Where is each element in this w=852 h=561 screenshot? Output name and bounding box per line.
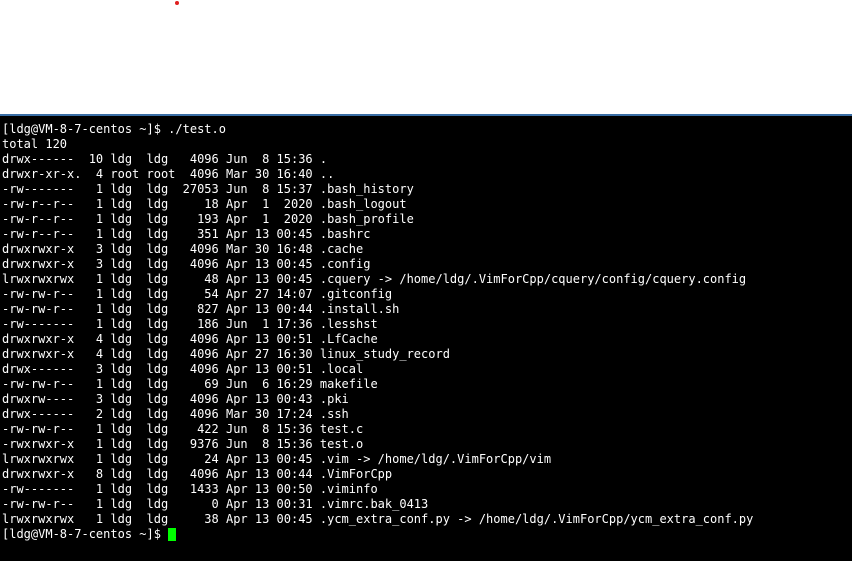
terminal-output-line: -rw------- 1 ldg ldg 186 Jun 1 17:36 .le… [2,317,378,331]
terminal-output-line: lrwxrwxrwx 1 ldg ldg 24 Apr 13 00:45 .vi… [2,452,552,466]
terminal-output-line: -rwxrwxr-x 1 ldg ldg 9376 Jun 8 15:36 te… [2,437,364,451]
terminal-output-line: [ldg@VM-8-7-centos ~]$ ./test.o [2,122,226,136]
terminal-output-line: -rw-rw-r-- 1 ldg ldg 0 Apr 13 00:31 .vim… [2,497,429,511]
terminal-output-line: lrwxrwxrwx 1 ldg ldg 38 Apr 13 00:45 .yc… [2,512,754,526]
terminal-output-line: -rw------- 1 ldg ldg 27053 Jun 8 15:37 .… [2,182,414,196]
red-dot-marker [175,1,179,5]
terminal-output-line: drwxrwxr-x 3 ldg ldg 4096 Apr 13 00:45 .… [2,257,371,271]
terminal-output-line: -rw-rw-r-- 1 ldg ldg 69 Jun 6 16:29 make… [2,377,378,391]
terminal-output-line: -rw------- 1 ldg ldg 1433 Apr 13 00:50 .… [2,482,378,496]
terminal-output-line: drwxrwxr-x 8 ldg ldg 4096 Apr 13 00:44 .… [2,467,393,481]
blank-window-area [0,0,852,114]
terminal-output-line: lrwxrwxrwx 1 ldg ldg 48 Apr 13 00:45 .cq… [2,272,747,286]
terminal-output-line: -rw-rw-r-- 1 ldg ldg 827 Apr 13 00:44 .i… [2,302,400,316]
terminal-output-line: drwx------ 2 ldg ldg 4096 Mar 30 17:24 .… [2,407,349,421]
terminal-output-line: drwxr-xr-x. 4 root root 4096 Mar 30 16:4… [2,167,335,181]
terminal-window[interactable]: [ldg@VM-8-7-centos ~]$ ./test.o total 120… [0,116,852,561]
terminal-output-line: -rw-r--r-- 1 ldg ldg 351 Apr 13 00:45 .b… [2,227,371,241]
terminal-prompt-line[interactable]: [ldg@VM-8-7-centos ~]$ [0,527,852,542]
terminal-output-line: drwxrwxr-x 4 ldg ldg 4096 Apr 13 00:51 .… [2,332,378,346]
terminal-output-line: -rw-rw-r-- 1 ldg ldg 54 Apr 27 14:07 .gi… [2,287,393,301]
terminal-output-line: -rw-r--r-- 1 ldg ldg 18 Apr 1 2020 .bash… [2,197,407,211]
terminal-output-line: -rw-rw-r-- 1 ldg ldg 422 Jun 8 15:36 tes… [2,422,364,436]
terminal-output-line: drwxrwxr-x 3 ldg ldg 4096 Mar 30 16:48 .… [2,242,364,256]
terminal-cursor [168,528,177,541]
terminal-output-line: total 120 [2,137,68,151]
terminal-output-line: -rw-r--r-- 1 ldg ldg 193 Apr 1 2020 .bas… [2,212,414,226]
terminal-output-line: drwxrwxr-x 4 ldg ldg 4096 Apr 27 16:30 l… [2,347,450,361]
terminal-output-line: drwx------ 3 ldg ldg 4096 Apr 13 00:51 .… [2,362,364,376]
terminal-prompt: [ldg@VM-8-7-centos ~]$ [2,527,169,541]
terminal-output-line: drwxrw---- 3 ldg ldg 4096 Apr 13 00:43 .… [2,392,349,406]
terminal-output: [ldg@VM-8-7-centos ~]$ ./test.o total 120… [0,122,852,527]
terminal-output-line: drwx------ 10 ldg ldg 4096 Jun 8 15:36 . [2,152,328,166]
